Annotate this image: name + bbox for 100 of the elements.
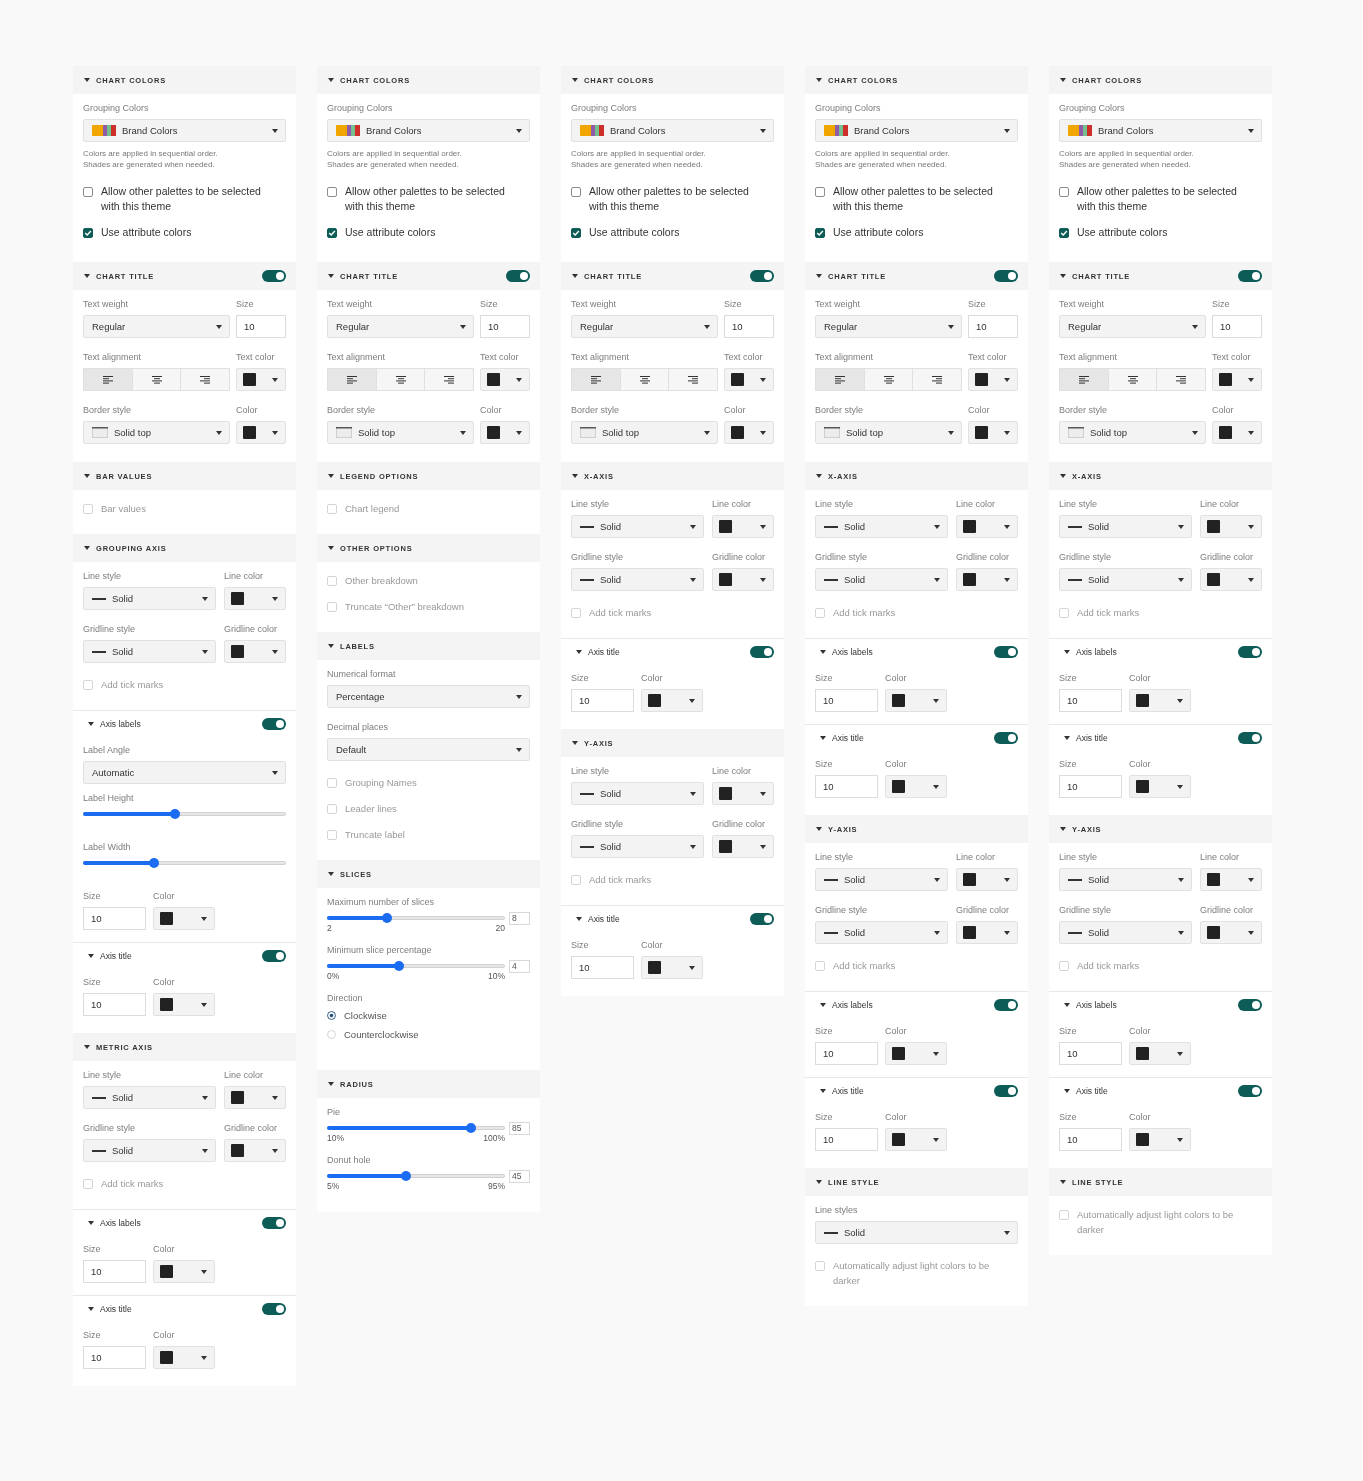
number-input[interactable]: 10 xyxy=(1059,1128,1122,1151)
slider-value-field[interactable]: 85 xyxy=(509,1122,530,1135)
dropdown[interactable]: Percentage xyxy=(327,685,530,708)
checkbox[interactable] xyxy=(83,227,93,238)
color-dropdown[interactable] xyxy=(480,421,530,444)
align-button[interactable] xyxy=(425,368,474,391)
number-input[interactable]: 10 xyxy=(815,689,878,712)
toggle-switch[interactable] xyxy=(750,645,774,658)
dropdown[interactable]: Solid top xyxy=(1059,421,1206,444)
dropdown[interactable]: Solid xyxy=(815,1221,1018,1244)
dropdown[interactable]: Solid xyxy=(1059,515,1192,538)
slider-thumb[interactable] xyxy=(148,858,159,868)
subsection-title[interactable]: Axis labels xyxy=(832,646,873,657)
toggle-switch[interactable] xyxy=(506,270,530,282)
color-dropdown[interactable] xyxy=(224,1086,286,1109)
toggle-switch[interactable] xyxy=(1238,998,1262,1011)
color-dropdown[interactable] xyxy=(724,421,774,444)
slider-thumb[interactable] xyxy=(400,1171,411,1181)
dropdown[interactable]: Brand Colors xyxy=(571,119,774,142)
dropdown[interactable]: Solid xyxy=(571,515,704,538)
number-input[interactable]: 10 xyxy=(815,775,878,798)
color-dropdown[interactable] xyxy=(153,993,215,1016)
toggle-switch[interactable] xyxy=(1238,645,1262,658)
color-dropdown[interactable] xyxy=(236,368,286,391)
color-dropdown[interactable] xyxy=(712,568,774,591)
subsection-title[interactable]: Axis title xyxy=(832,1085,864,1096)
color-dropdown[interactable] xyxy=(712,515,774,538)
number-input[interactable]: 10 xyxy=(1059,1042,1122,1065)
toggle-switch[interactable] xyxy=(262,270,286,282)
dropdown[interactable]: Solid top xyxy=(83,421,230,444)
color-dropdown[interactable] xyxy=(224,1139,286,1162)
align-button[interactable] xyxy=(1059,368,1109,391)
color-dropdown[interactable] xyxy=(956,568,1018,591)
dropdown[interactable]: Brand Colors xyxy=(1059,119,1262,142)
dropdown[interactable]: Solid xyxy=(571,835,704,858)
align-button[interactable] xyxy=(571,368,621,391)
color-dropdown[interactable] xyxy=(712,782,774,805)
toggle-switch[interactable] xyxy=(1238,270,1262,282)
toggle-switch[interactable] xyxy=(262,717,286,730)
toggle-switch[interactable] xyxy=(262,1216,286,1229)
align-button[interactable] xyxy=(83,368,133,391)
subsection-title[interactable]: Axis title xyxy=(1076,1085,1108,1096)
color-dropdown[interactable] xyxy=(885,1128,947,1151)
color-dropdown[interactable] xyxy=(968,421,1018,444)
dropdown[interactable]: Solid xyxy=(815,868,948,891)
subsection-title[interactable]: Axis labels xyxy=(100,1217,141,1228)
dropdown[interactable]: Regular xyxy=(815,315,962,338)
color-dropdown[interactable] xyxy=(1212,368,1262,391)
dropdown[interactable]: Solid xyxy=(83,1139,216,1162)
number-input[interactable]: 10 xyxy=(968,315,1018,338)
color-dropdown[interactable] xyxy=(153,1346,215,1369)
dropdown[interactable]: Brand Colors xyxy=(327,119,530,142)
align-button[interactable] xyxy=(913,368,962,391)
color-dropdown[interactable] xyxy=(1129,689,1191,712)
checkbox[interactable] xyxy=(571,186,581,197)
align-button[interactable] xyxy=(864,368,914,391)
align-button[interactable] xyxy=(181,368,230,391)
dropdown[interactable]: Solid xyxy=(571,782,704,805)
slider-value-field[interactable]: 4 xyxy=(509,960,530,973)
number-input[interactable]: 10 xyxy=(571,956,634,979)
subsection-title[interactable]: Axis labels xyxy=(1076,646,1117,657)
dropdown[interactable]: Regular xyxy=(1059,315,1206,338)
dropdown[interactable]: Solid top xyxy=(815,421,962,444)
align-button[interactable] xyxy=(620,368,670,391)
color-dropdown[interactable] xyxy=(956,515,1018,538)
color-dropdown[interactable] xyxy=(224,587,286,610)
color-dropdown[interactable] xyxy=(641,956,703,979)
color-dropdown[interactable] xyxy=(236,421,286,444)
checkbox[interactable] xyxy=(815,227,825,238)
checkbox[interactable] xyxy=(1059,186,1069,197)
checkbox[interactable] xyxy=(815,186,825,197)
toggle-switch[interactable] xyxy=(994,1084,1018,1097)
number-input[interactable]: 10 xyxy=(83,1260,146,1283)
dropdown[interactable]: Solid xyxy=(1059,868,1192,891)
align-button[interactable] xyxy=(376,368,426,391)
dropdown[interactable]: Solid xyxy=(571,568,704,591)
align-button[interactable] xyxy=(1157,368,1206,391)
color-dropdown[interactable] xyxy=(885,1042,947,1065)
color-dropdown[interactable] xyxy=(1200,515,1262,538)
subsection-title[interactable]: Axis title xyxy=(100,1303,132,1314)
color-dropdown[interactable] xyxy=(1129,1042,1191,1065)
dropdown[interactable]: Automatic xyxy=(83,761,286,784)
checkbox[interactable] xyxy=(327,186,337,197)
dropdown[interactable]: Solid xyxy=(1059,921,1192,944)
subsection-title[interactable]: Axis labels xyxy=(1076,999,1117,1010)
dropdown[interactable]: Solid xyxy=(815,568,948,591)
align-button[interactable] xyxy=(132,368,182,391)
color-dropdown[interactable] xyxy=(712,835,774,858)
color-dropdown[interactable] xyxy=(641,689,703,712)
dropdown[interactable]: Default xyxy=(327,738,530,761)
toggle-switch[interactable] xyxy=(994,998,1018,1011)
dropdown[interactable]: Brand Colors xyxy=(815,119,1018,142)
slider-value-field[interactable]: 45 xyxy=(509,1170,530,1183)
subsection-title[interactable]: Axis title xyxy=(100,950,132,961)
toggle-switch[interactable] xyxy=(994,645,1018,658)
toggle-switch[interactable] xyxy=(750,270,774,282)
color-dropdown[interactable] xyxy=(885,775,947,798)
color-dropdown[interactable] xyxy=(1200,568,1262,591)
subsection-title[interactable]: Axis labels xyxy=(100,718,141,729)
number-input[interactable]: 10 xyxy=(571,689,634,712)
